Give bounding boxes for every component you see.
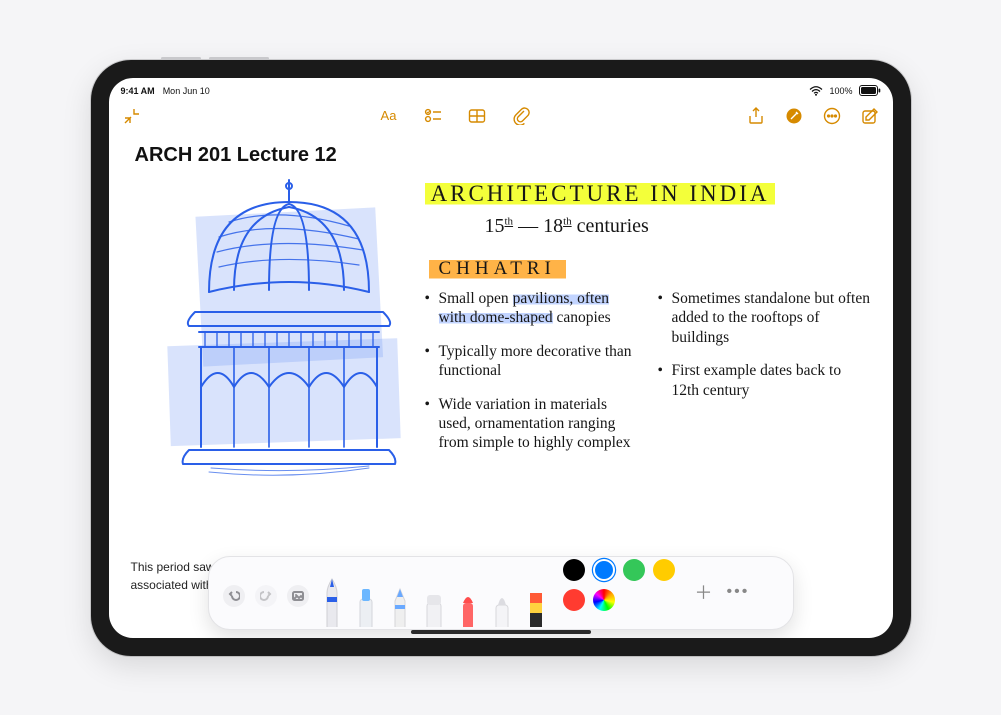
- color-red[interactable]: [563, 589, 585, 611]
- tool-pen[interactable]: [319, 573, 345, 627]
- color-yellow[interactable]: [653, 559, 675, 581]
- ipad-screen: 9:41 AM Mon Jun 10 100% Aa: [109, 78, 893, 638]
- color-palette: [555, 559, 689, 627]
- bullet-column-2: Sometimes standalone but often added to …: [658, 289, 871, 467]
- add-tool-icon[interactable]: ＋: [695, 579, 713, 605]
- redo-button[interactable]: [255, 585, 277, 607]
- wifi-icon: [809, 86, 823, 96]
- note-title: ARCH 201 Lecture 12: [135, 144, 871, 167]
- battery-percent: 100%: [829, 86, 852, 96]
- bullet-column-1: Small open pavilions, often with dome-sh…: [425, 289, 638, 467]
- pencilkit-tool-tray[interactable]: ＋ •••: [208, 556, 794, 630]
- status-time: 9:41 AM: [121, 86, 155, 96]
- color-green[interactable]: [623, 559, 645, 581]
- share-icon[interactable]: [747, 107, 765, 125]
- color-blue[interactable]: [593, 559, 615, 581]
- tool-ruler[interactable]: [523, 585, 549, 627]
- home-indicator[interactable]: [411, 630, 591, 634]
- table-icon[interactable]: [468, 107, 486, 125]
- drawing-tools: [313, 557, 555, 627]
- checklist-icon[interactable]: [424, 107, 442, 125]
- text-format-icon[interactable]: Aa: [380, 107, 398, 125]
- note-heading: ARCHITECTURE IN INDIA: [425, 180, 776, 209]
- color-picker[interactable]: [593, 589, 615, 611]
- undo-button[interactable]: [223, 585, 245, 607]
- color-black[interactable]: [563, 559, 585, 581]
- battery-icon: [859, 85, 881, 96]
- exit-fullscreen-icon[interactable]: [123, 107, 141, 125]
- tool-pencil[interactable]: [387, 585, 413, 627]
- notes-toolbar: Aa: [109, 100, 893, 132]
- note-section: CHHATRI: [429, 257, 566, 281]
- more-icon[interactable]: [823, 107, 841, 125]
- status-bar: 9:41 AM Mon Jun 10 100%: [109, 78, 893, 101]
- tool-crayon[interactable]: [455, 585, 481, 627]
- status-date: Mon Jun 10: [163, 86, 210, 96]
- sketch-chhatri: [139, 172, 449, 522]
- image-button[interactable]: [287, 585, 309, 607]
- note-subheading: 15th — 18th centuries: [485, 214, 871, 239]
- ipad-device-frame: 9:41 AM Mon Jun 10 100% Aa: [91, 60, 911, 656]
- tool-eraser[interactable]: [421, 585, 447, 627]
- tool-brush[interactable]: [489, 585, 515, 627]
- markup-icon[interactable]: [785, 107, 803, 125]
- handwritten-notes: ARCHITECTURE IN INDIA 15th — 18th centur…: [425, 180, 871, 467]
- attachment-icon[interactable]: [512, 107, 530, 125]
- tool-marker[interactable]: [353, 585, 379, 627]
- tool-more-icon[interactable]: •••: [727, 583, 750, 601]
- compose-icon[interactable]: [861, 107, 879, 125]
